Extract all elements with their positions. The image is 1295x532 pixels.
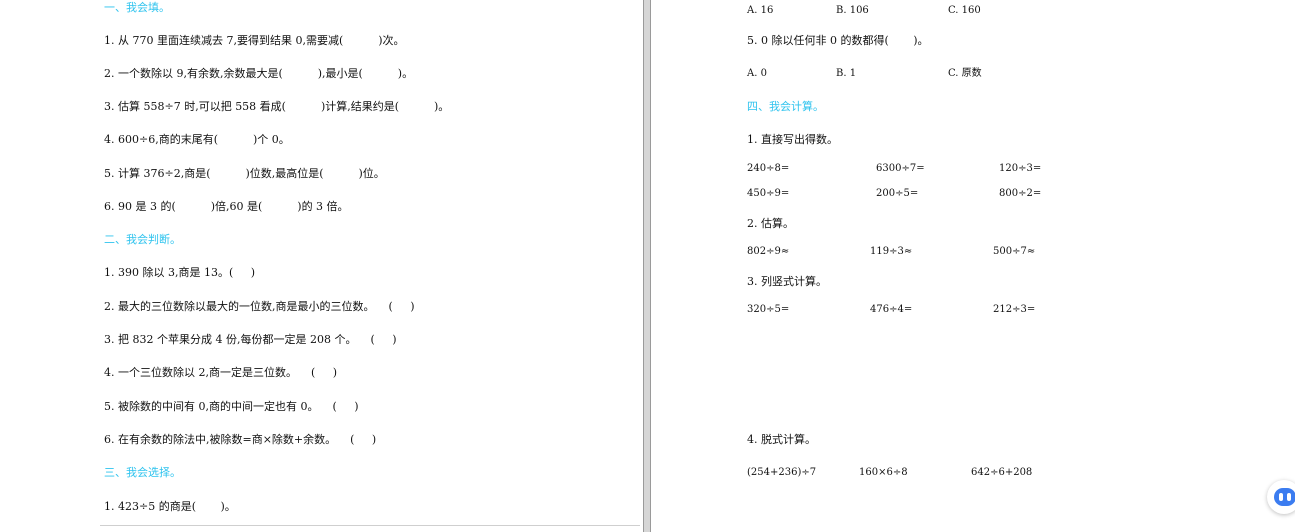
section-1-heading: 一、我会填。	[104, 1, 170, 14]
stepwise-calc-c2: 160×6÷8	[859, 467, 908, 478]
estimate-c1: 802÷9≈	[747, 246, 790, 257]
section-4-heading: 四、我会计算。	[747, 100, 824, 113]
fill-question-2: 2. 一个数除以 9,有余数,余数最大是( ),最小是( )。	[104, 67, 414, 80]
vertical-calc-c1: 320÷5=	[747, 304, 790, 315]
choice-question-1: 1. 423÷5 的商是( )。	[104, 500, 236, 513]
judge-question-5: 5. 被除数的中间有 0,商的中间一定也有 0。 ( )	[104, 400, 359, 413]
fill-question-3: 3. 估算 558÷7 时,可以把 558 看成( )计算,结果约是( )。	[104, 100, 450, 113]
section-3-heading: 三、我会选择。	[104, 466, 181, 479]
vertical-calc-title: 3. 列竖式计算。	[747, 275, 827, 288]
page-left: 一、我会填。 1. 从 770 里面连续减去 7,要得到结果 0,需要减( )次…	[0, 0, 644, 532]
assistant-eye-right	[1287, 493, 1291, 501]
q4-option-c: C. 160	[948, 5, 981, 16]
estimate-title: 2. 估算。	[747, 217, 794, 230]
estimate-c2: 119÷3≈	[870, 246, 913, 257]
direct-calc-r2c2: 200÷5=	[876, 188, 919, 199]
stepwise-calc-title: 4. 脱式计算。	[747, 433, 816, 446]
stepwise-calc-c1: (254+236)÷7	[747, 467, 817, 478]
fill-question-1: 1. 从 770 里面连续减去 7,要得到结果 0,需要减( )次。	[104, 34, 405, 47]
q5-option-a: A. 0	[747, 68, 767, 79]
fill-question-6: 6. 90 是 3 的( )倍,60 是( )的 3 倍。	[104, 200, 349, 213]
assistant-button[interactable]	[1267, 480, 1295, 514]
judge-question-3: 3. 把 832 个苹果分成 4 份,每份都一定是 208 个。 ( )	[104, 333, 397, 346]
page-bottom-rule	[100, 525, 640, 526]
stepwise-calc-c3: 642÷6+208	[971, 467, 1033, 478]
q5-option-c: C. 原数	[948, 68, 982, 79]
q4-option-b: B. 106	[836, 5, 869, 16]
q5-option-b: B. 1	[836, 68, 857, 79]
vertical-calc-c2: 476÷4=	[870, 304, 913, 315]
judge-question-6: 6. 在有余数的除法中,被除数=商×除数+余数。 ( )	[104, 433, 377, 446]
fill-question-5: 5. 计算 376÷2,商是( )位数,最高位是( )位。	[104, 167, 385, 180]
direct-calc-r1c1: 240÷8=	[747, 163, 790, 174]
direct-calc-title: 1. 直接写出得数。	[747, 133, 838, 146]
direct-calc-r1c3: 120÷3=	[999, 163, 1042, 174]
choice-question-5: 5. 0 除以任何非 0 的数都得( )。	[747, 34, 929, 47]
judge-question-4: 4. 一个三位数除以 2,商一定是三位数。 ( )	[104, 366, 338, 379]
vertical-calc-c3: 212÷3=	[993, 304, 1036, 315]
page-right: A. 16 B. 106 C. 160 5. 0 除以任何非 0 的数都得( )…	[650, 0, 1295, 532]
direct-calc-r2c3: 800÷2=	[999, 188, 1042, 199]
document-viewer: 一、我会填。 1. 从 770 里面连续减去 7,要得到结果 0,需要减( )次…	[0, 0, 1295, 532]
assistant-eye-left	[1279, 493, 1283, 501]
judge-question-2: 2. 最大的三位数除以最大的一位数,商是最小的三位数。 ( )	[104, 300, 415, 313]
q4-option-a: A. 16	[747, 5, 774, 16]
section-2-heading: 二、我会判断。	[104, 233, 181, 246]
direct-calc-r2c1: 450÷9=	[747, 188, 790, 199]
judge-question-1: 1. 390 除以 3,商是 13。( )	[104, 266, 256, 279]
assistant-bot-icon	[1274, 488, 1295, 506]
direct-calc-r1c2: 6300÷7=	[876, 163, 925, 174]
estimate-c3: 500÷7≈	[993, 246, 1036, 257]
fill-question-4: 4. 600÷6,商的末尾有( )个 0。	[104, 133, 290, 146]
